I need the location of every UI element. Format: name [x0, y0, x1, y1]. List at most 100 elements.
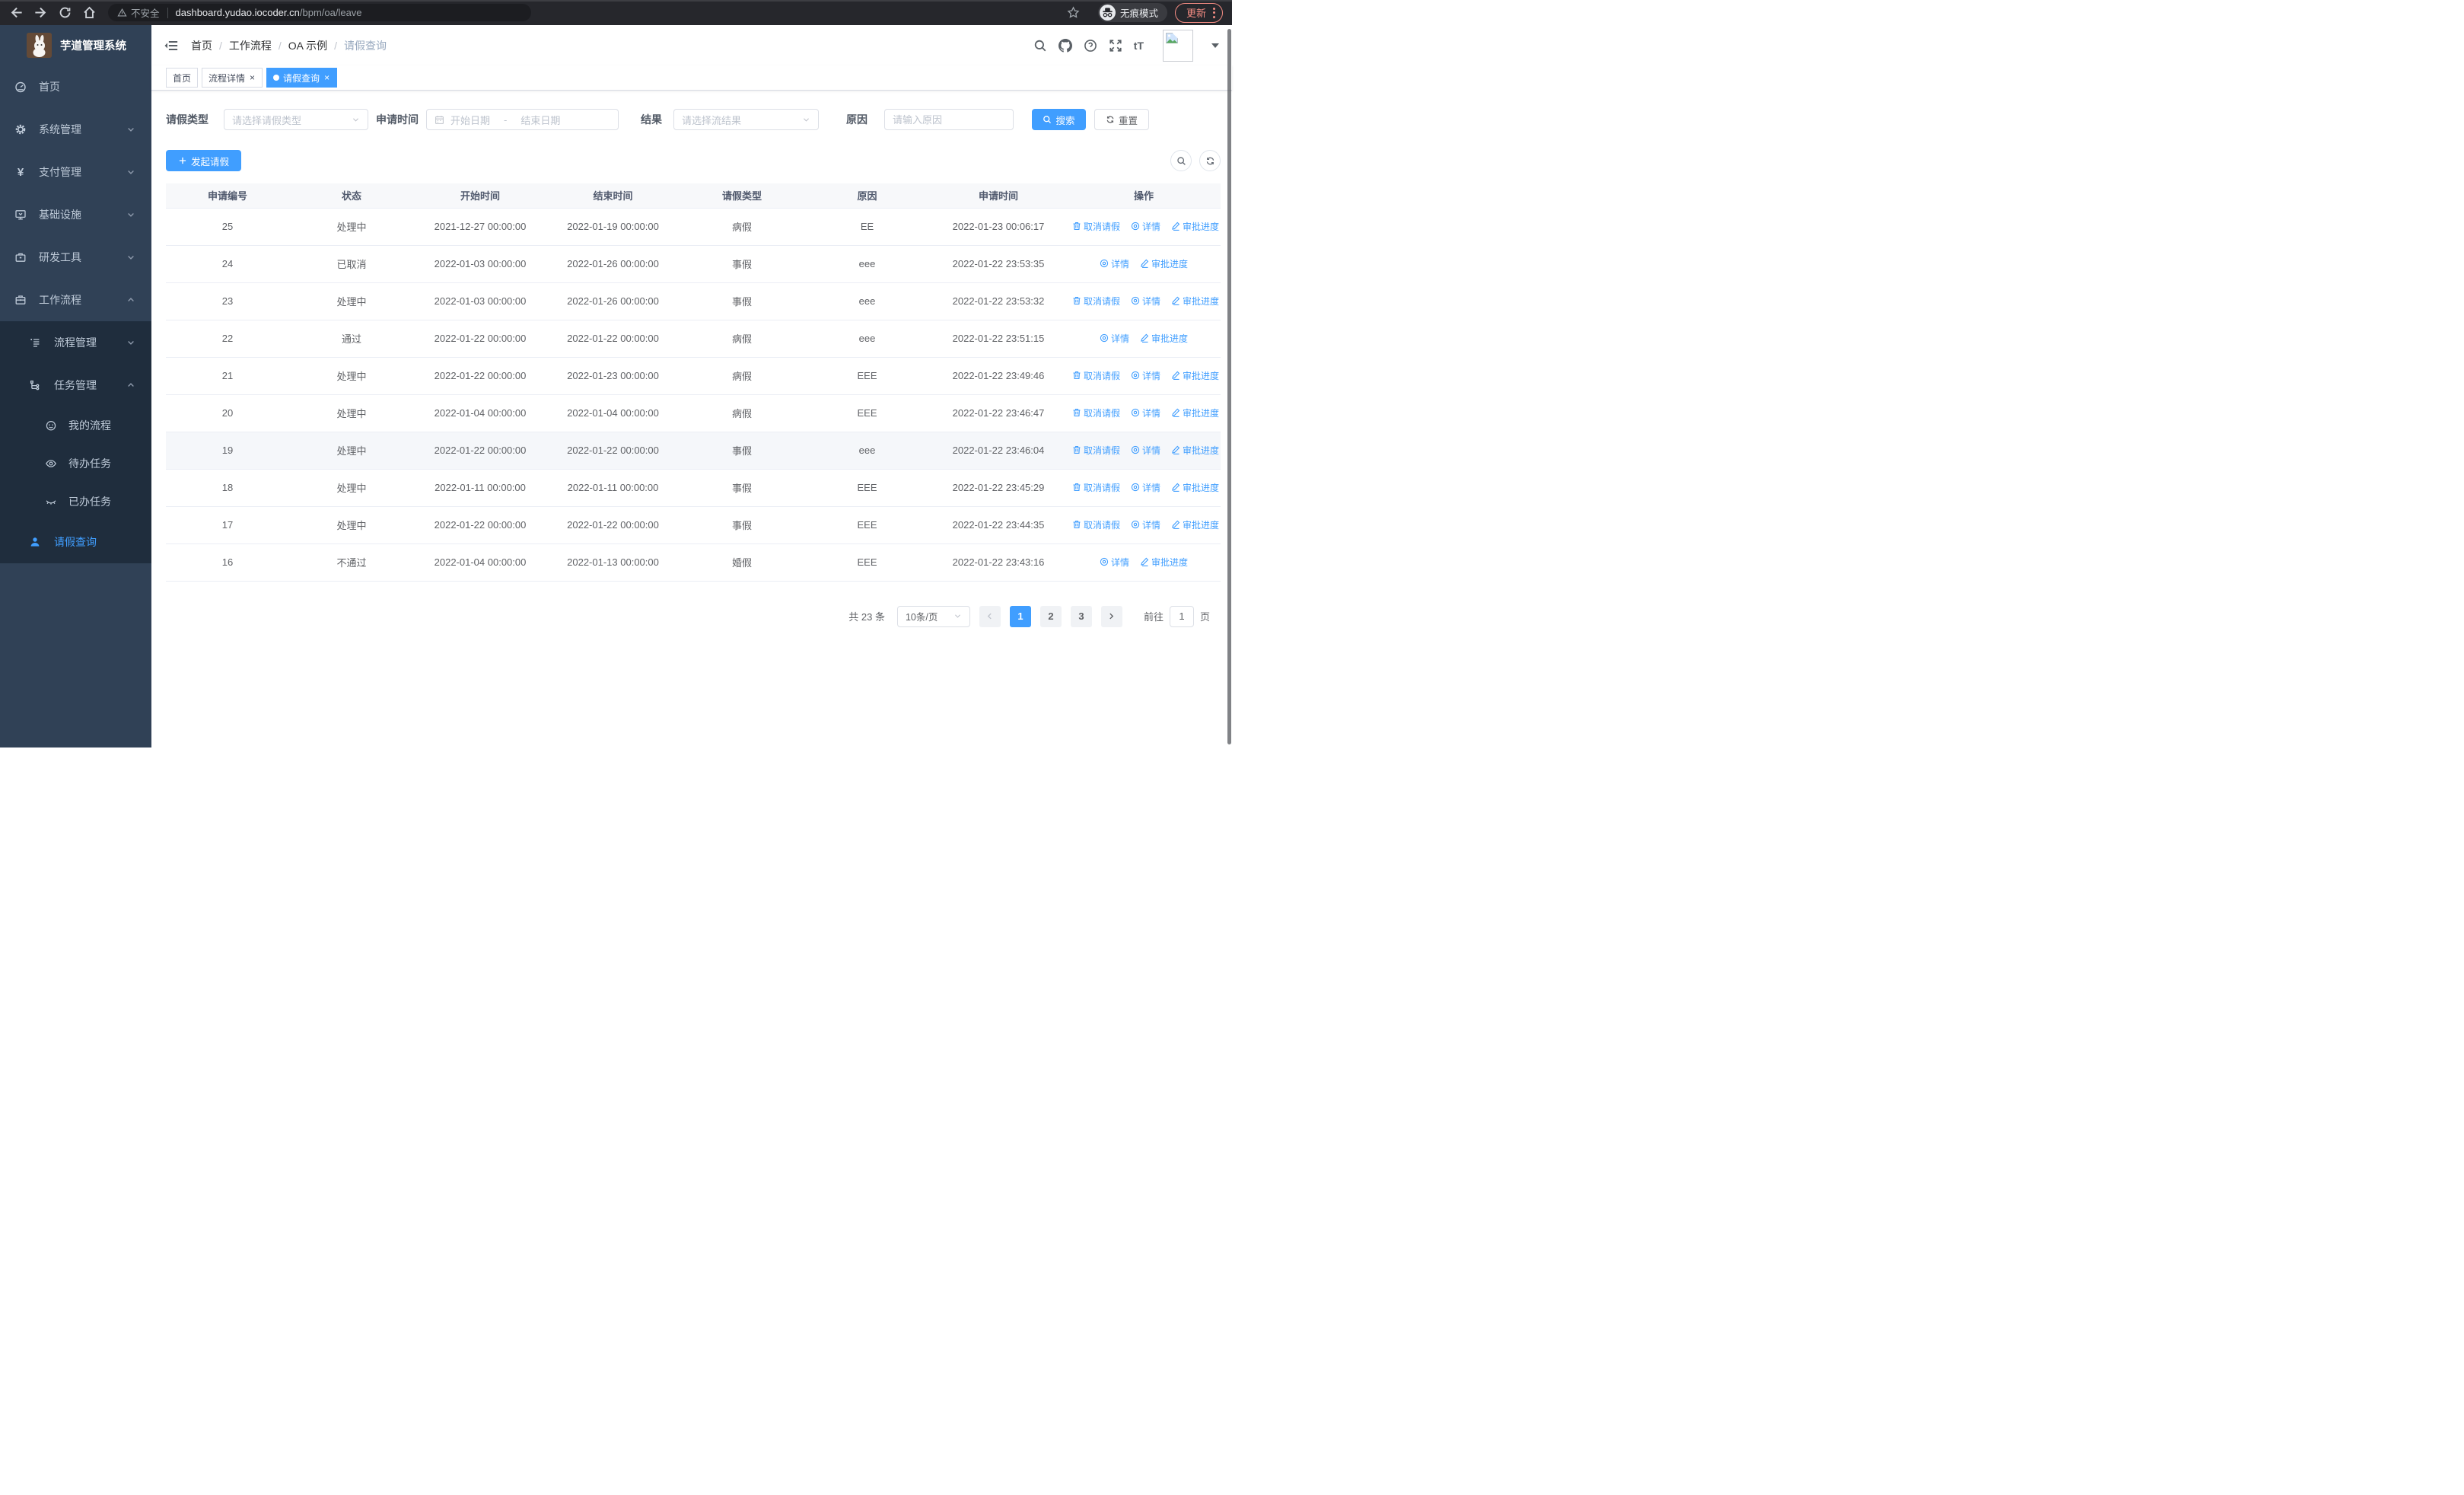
view-icon — [1131, 483, 1140, 492]
font-size-icon[interactable]: tT — [1134, 40, 1144, 52]
search-button[interactable]: 搜索 — [1032, 109, 1086, 130]
tab-process-detail[interactable]: 流程详情 — [202, 68, 263, 88]
breadcrumb-workflow[interactable]: 工作流程 — [229, 38, 272, 53]
sidebar-item-workflow[interactable]: 工作流程 — [0, 279, 151, 321]
row-action-progress[interactable]: 审批进度 — [1171, 518, 1219, 531]
help-icon[interactable] — [1084, 39, 1097, 53]
row-action-cancel[interactable]: 取消请假 — [1072, 406, 1120, 419]
row-action-cancel[interactable]: 取消请假 — [1072, 518, 1120, 531]
breadcrumb-home[interactable]: 首页 — [191, 38, 212, 53]
page-scrollbar[interactable] — [1227, 29, 1231, 744]
action-label: 审批进度 — [1183, 370, 1220, 381]
goto-page-input[interactable] — [1169, 605, 1194, 627]
action-label: 详情 — [1142, 295, 1161, 307]
table-row: 17 处理中 2022-01-22 00:00:00 2022-01-22 00:00… — [166, 506, 1221, 544]
page-button-1[interactable]: 1 — [1009, 605, 1031, 627]
chevron-down-icon — [128, 341, 134, 345]
row-action-progress[interactable]: 审批进度 — [1171, 444, 1219, 457]
row-action-progress[interactable]: 审批进度 — [1140, 332, 1188, 345]
table-row: 16 不通过 2022-01-04 00:00:00 2022-01-13 00:00… — [166, 543, 1221, 582]
search-icon[interactable] — [1033, 39, 1047, 53]
sidebar-item-leave-query[interactable]: 请假查询 — [0, 521, 151, 563]
row-action-progress[interactable]: 审批进度 — [1171, 220, 1219, 233]
next-page-button[interactable] — [1100, 605, 1122, 627]
sidebar-item-my-process[interactable]: 我的流程 — [0, 406, 151, 445]
chevron-down-icon[interactable] — [1211, 43, 1219, 48]
sidebar-item-infra[interactable]: 基础设施 — [0, 193, 151, 236]
reset-button[interactable]: 重置 — [1094, 109, 1149, 130]
sidebar-item-process-mgmt[interactable]: 流程管理 — [0, 321, 151, 364]
browser-home-icon[interactable] — [82, 5, 97, 20]
cell-apply_time: 2022-01-22 23:45:29 — [930, 469, 1067, 507]
close-icon[interactable] — [249, 73, 256, 82]
apply-time-range-picker[interactable]: 开始日期 - 结束日期 — [426, 109, 619, 130]
sidebar-item-system[interactable]: 系统管理 — [0, 108, 151, 151]
fullscreen-icon[interactable] — [1109, 39, 1122, 53]
page-button-2[interactable]: 2 — [1039, 605, 1062, 627]
result-select[interactable]: 请选择流结果 — [673, 109, 819, 130]
row-action-cancel[interactable]: 取消请假 — [1072, 220, 1120, 233]
prev-page-button[interactable] — [979, 605, 1001, 627]
row-action-progress[interactable]: 审批进度 — [1140, 556, 1188, 569]
browser-back-icon[interactable] — [9, 5, 24, 20]
action-label: 审批进度 — [1183, 519, 1220, 531]
row-action-cancel[interactable]: 取消请假 — [1072, 369, 1120, 382]
toggle-search-button[interactable] — [1170, 150, 1192, 171]
row-action-cancel[interactable]: 取消请假 — [1072, 481, 1120, 494]
chevron-right-icon — [1109, 613, 1114, 620]
plus-icon — [179, 157, 186, 164]
row-action-detail[interactable]: 详情 — [1131, 369, 1160, 382]
eye-closed-icon — [46, 500, 56, 505]
row-action-progress[interactable]: 审批进度 — [1171, 481, 1219, 494]
row-action-detail[interactable]: 详情 — [1131, 444, 1160, 457]
sidebar-item-devtools[interactable]: 研发工具 — [0, 236, 151, 279]
browser-forward-icon[interactable] — [33, 5, 48, 20]
tab-home[interactable]: 首页 — [166, 68, 199, 88]
action-label: 审批进度 — [1151, 333, 1189, 344]
sidebar-item-label: 研发工具 — [39, 251, 81, 263]
browser-reload-icon[interactable] — [58, 5, 72, 20]
row-action-detail[interactable]: 详情 — [1131, 295, 1160, 308]
security-chip[interactable]: 不安全 — [117, 5, 160, 20]
row-action-detail[interactable]: 详情 — [1100, 556, 1129, 569]
cell-reason: EEE — [804, 506, 930, 544]
row-action-detail[interactable]: 详情 — [1131, 481, 1160, 494]
row-action-detail[interactable]: 详情 — [1131, 518, 1160, 531]
sidebar-item-label: 我的流程 — [68, 419, 111, 432]
github-icon[interactable] — [1058, 38, 1072, 53]
leave-type-select[interactable]: 请选择请假类型 — [224, 109, 368, 130]
create-leave-button[interactable]: 发起请假 — [166, 150, 242, 171]
page-size-select[interactable]: 10条/页 — [896, 605, 970, 627]
row-action-detail[interactable]: 详情 — [1100, 332, 1129, 345]
row-action-detail[interactable]: 详情 — [1131, 406, 1160, 419]
close-icon[interactable] — [323, 73, 330, 82]
avatar[interactable] — [1163, 29, 1193, 62]
page-button-3[interactable]: 3 — [1070, 605, 1092, 627]
refresh-table-button[interactable] — [1199, 150, 1221, 171]
row-action-progress[interactable]: 审批进度 — [1171, 369, 1219, 382]
row-action-detail[interactable]: 详情 — [1100, 257, 1129, 270]
tab-leave-query[interactable]: 请假查询 — [266, 68, 338, 88]
app-logo[interactable]: 芋道管理系统 — [0, 25, 151, 65]
sidebar-item-payment[interactable]: ¥ 支付管理 — [0, 151, 151, 193]
browser-update-button[interactable]: 更新 — [1174, 2, 1223, 23]
sidebar-collapse-icon[interactable] — [164, 38, 179, 53]
sidebar-item-todo-tasks[interactable]: 待办任务 — [0, 445, 151, 483]
cell-apply_time: 2022-01-22 23:51:15 — [930, 320, 1067, 358]
sidebar-item-task-mgmt[interactable]: 任务管理 — [0, 364, 151, 406]
row-action-detail[interactable]: 详情 — [1131, 220, 1160, 233]
bookmark-star-icon[interactable] — [1067, 6, 1080, 19]
sidebar-item-home[interactable]: 首页 — [0, 65, 151, 108]
row-action-progress[interactable]: 审批进度 — [1171, 406, 1219, 419]
sidebar-item-done-tasks[interactable]: 已办任务 — [0, 483, 151, 521]
chevron-down-icon — [128, 128, 134, 132]
reason-input[interactable] — [893, 113, 1005, 126]
col-apply-time: 申请时间 — [930, 183, 1067, 209]
row-action-progress[interactable]: 审批进度 — [1140, 257, 1188, 270]
row-action-progress[interactable]: 审批进度 — [1171, 295, 1219, 308]
browser-menu-icon[interactable] — [1213, 7, 1215, 18]
address-bar[interactable]: 不安全 dashboard.yudao.iocoder.cn/bpm/oa/le… — [108, 4, 531, 21]
row-action-cancel[interactable]: 取消请假 — [1072, 444, 1120, 457]
breadcrumb-oa[interactable]: OA 示例 — [288, 38, 327, 53]
row-action-cancel[interactable]: 取消请假 — [1072, 295, 1120, 308]
